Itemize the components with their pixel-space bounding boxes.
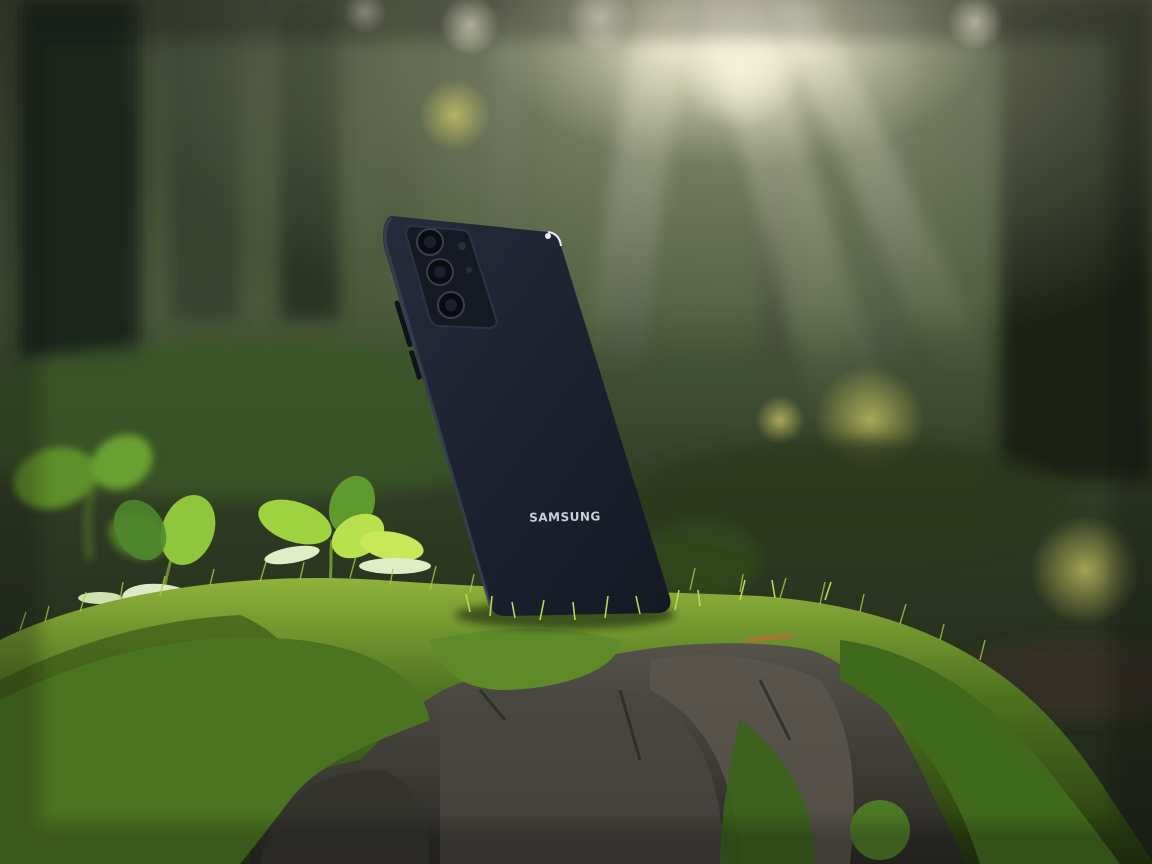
photo-scene: SAMSUNG — [0, 0, 1152, 864]
photo-illustration: SAMSUNG — [0, 0, 1152, 864]
samsung-logo: SAMSUNG — [529, 509, 601, 524]
